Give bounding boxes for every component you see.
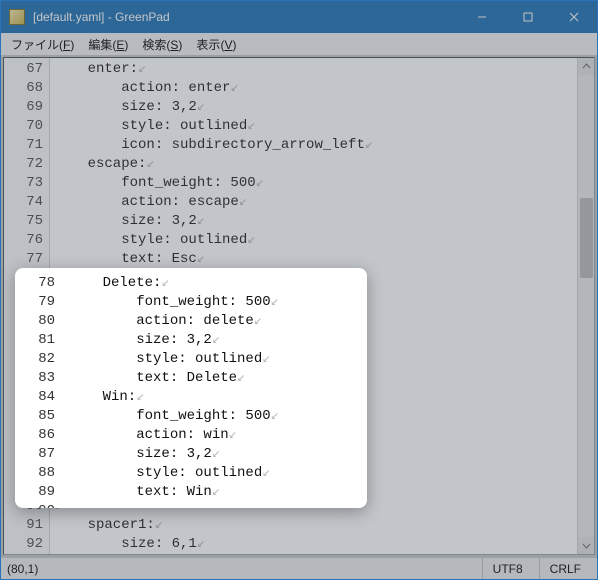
scroll-down-button[interactable] xyxy=(578,537,595,554)
menu-edit-accel: E xyxy=(116,38,124,52)
menu-file-accel: F xyxy=(63,38,70,52)
chevron-up-icon xyxy=(582,62,591,71)
maximize-icon xyxy=(523,12,533,22)
menu-edit-label: 編集 xyxy=(88,38,112,52)
chevron-down-icon xyxy=(582,541,591,550)
editor[interactable]: 67 68 69 70 71 72 73 74 75 76 77 78 79 8… xyxy=(3,57,595,555)
maximize-button[interactable] xyxy=(505,1,551,33)
menu-edit[interactable]: 編集(E) xyxy=(82,34,134,55)
close-icon xyxy=(569,12,579,22)
window-controls xyxy=(459,1,597,33)
minimize-icon xyxy=(477,12,487,22)
vertical-scrollbar[interactable] xyxy=(577,58,594,554)
code-area[interactable]: enter:↙ action: enter↙ size: 3,2↙ style:… xyxy=(50,58,577,554)
scrollbar-thumb[interactable] xyxy=(580,198,593,278)
lineending-indicator[interactable]: CRLF xyxy=(539,558,591,579)
line-number-gutter: 67 68 69 70 71 72 73 74 75 76 77 78 79 8… xyxy=(4,58,50,554)
menu-file-label: ファイル xyxy=(11,38,59,52)
window-title: [default.yaml] - GreenPad xyxy=(33,10,459,24)
menu-view-label: 表示 xyxy=(196,38,220,52)
scroll-up-button[interactable] xyxy=(578,58,595,75)
encoding-indicator[interactable]: UTF8 xyxy=(482,558,533,579)
menu-search-label: 検索 xyxy=(142,38,166,52)
statusbar: (80,1) UTF8 CRLF xyxy=(1,557,597,579)
close-button[interactable] xyxy=(551,1,597,33)
minimize-button[interactable] xyxy=(459,1,505,33)
menu-search-accel: S xyxy=(170,38,178,52)
cursor-position: (80,1) xyxy=(7,562,38,576)
menu-view-accel: V xyxy=(224,38,232,52)
titlebar: [default.yaml] - GreenPad xyxy=(1,1,597,33)
app-icon xyxy=(9,9,25,25)
menu-view[interactable]: 表示(V) xyxy=(190,34,242,55)
menubar: ファイル(F) 編集(E) 検索(S) 表示(V) xyxy=(1,33,597,55)
menu-search[interactable]: 検索(S) xyxy=(136,34,188,55)
app-window: [default.yaml] - GreenPad ファイル(F) 編集(E) … xyxy=(0,0,598,580)
menu-file[interactable]: ファイル(F) xyxy=(5,34,80,55)
